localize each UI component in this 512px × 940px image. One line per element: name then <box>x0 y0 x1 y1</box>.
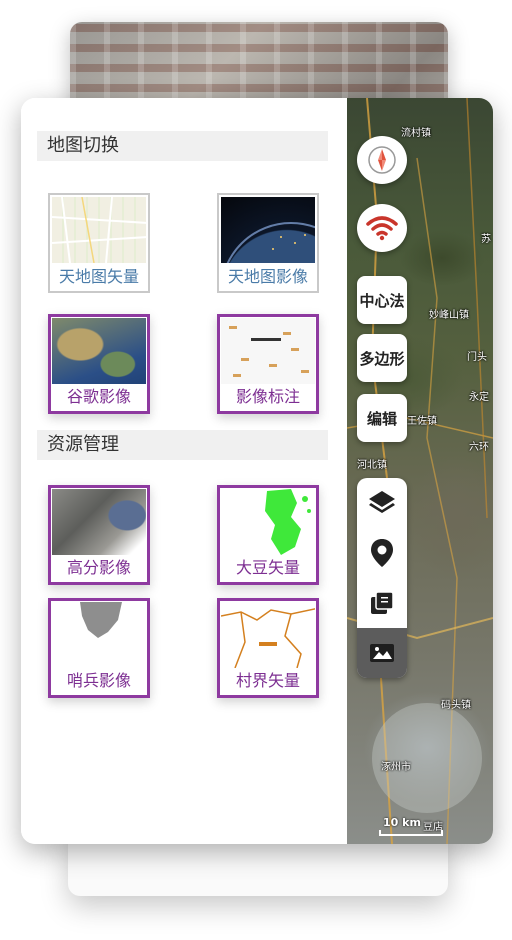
section-title-resource-management: 资源管理 <box>37 430 328 460</box>
polygon-button[interactable]: 多边形 <box>357 334 407 382</box>
center-method-button[interactable]: 中心法 <box>357 276 407 324</box>
map-label: 王佐镇 <box>407 416 437 427</box>
scale-line <box>379 830 443 836</box>
tool-stack <box>357 478 407 678</box>
sentinel-image-thumbnail <box>52 602 146 668</box>
layer-list-icon <box>371 591 394 614</box>
tile-label: 村界矢量 <box>235 671 300 690</box>
annotation-thumbnail <box>221 318 315 384</box>
map-label: 门头 <box>467 352 487 363</box>
center-method-label: 中心法 <box>359 291 405 310</box>
gaofen-image-thumbnail <box>52 489 146 555</box>
resource-sentinel-image[interactable]: 哨兵影像 <box>48 598 150 698</box>
tile-label: 哨兵影像 <box>66 671 131 690</box>
map-label: 妙峰山镇 <box>429 310 469 321</box>
map-label: 流村镇 <box>401 128 431 139</box>
gps-signal-button[interactable] <box>357 204 407 252</box>
compass-icon <box>368 146 396 174</box>
soybean-vector-thumbnail <box>221 489 315 555</box>
tile-label: 天地图矢量 <box>58 267 139 286</box>
resource-gaofen-image[interactable]: 高分影像 <box>48 485 150 585</box>
basemap-google-image[interactable]: 谷歌影像 <box>48 314 150 414</box>
polygon-label: 多边形 <box>359 349 405 368</box>
section-title-map-switch: 地图切换 <box>37 131 328 161</box>
layers-icon <box>369 491 395 513</box>
village-boundary-thumbnail <box>221 602 315 668</box>
tile-label: 高分影像 <box>66 558 131 577</box>
map-label: 码头镇 <box>441 700 471 711</box>
edit-button[interactable]: 编辑 <box>357 394 407 442</box>
basemap-tianditu-image[interactable]: 天地图影像 <box>217 193 319 293</box>
satellite-thumbnail <box>52 318 146 384</box>
tile-label: 谷歌影像 <box>66 387 131 406</box>
tile-label: 大豆矢量 <box>235 558 300 577</box>
basemap-tianditu-vector[interactable]: 天地图矢量 <box>48 193 150 293</box>
layer-panel: 地图切换 天地图矢量 天地图影像 谷歌影像 影像标注 资源管理 高分影像 大豆矢… <box>21 98 347 844</box>
image-gallery-button[interactable] <box>357 628 407 678</box>
map-label: 河北镇 <box>357 460 387 471</box>
vector-map-thumbnail <box>52 197 146 263</box>
layer-list-button[interactable] <box>357 578 407 628</box>
image-gallery-icon <box>370 644 394 662</box>
edit-label: 编辑 <box>366 409 397 428</box>
earth-night-thumbnail <box>221 197 315 263</box>
tile-label: 天地图影像 <box>227 267 308 286</box>
layers-button[interactable] <box>357 478 407 528</box>
map-label: 永定 <box>469 392 489 403</box>
map-label: 苏 <box>481 234 491 245</box>
compass-button[interactable] <box>357 136 407 184</box>
map-label: 涿州市 <box>381 762 411 773</box>
location-button[interactable] <box>357 528 407 578</box>
map-scale-bar: 10 km <box>379 816 443 836</box>
basemap-image-annotation[interactable]: 影像标注 <box>217 314 319 414</box>
map-label: 六环 <box>469 442 489 453</box>
location-pin-icon <box>371 539 393 567</box>
app-window: 流村镇 苏 妙峰山镇 门头 永定 王佐镇 河北镇 六环 码头镇 涿州市 豆店 1… <box>21 98 493 844</box>
wifi-icon <box>366 216 398 241</box>
tile-label: 影像标注 <box>235 387 300 406</box>
resource-village-boundary[interactable]: 村界矢量 <box>217 598 319 698</box>
resource-soybean-vector[interactable]: 大豆矢量 <box>217 485 319 585</box>
scale-label: 10 km <box>383 816 421 829</box>
